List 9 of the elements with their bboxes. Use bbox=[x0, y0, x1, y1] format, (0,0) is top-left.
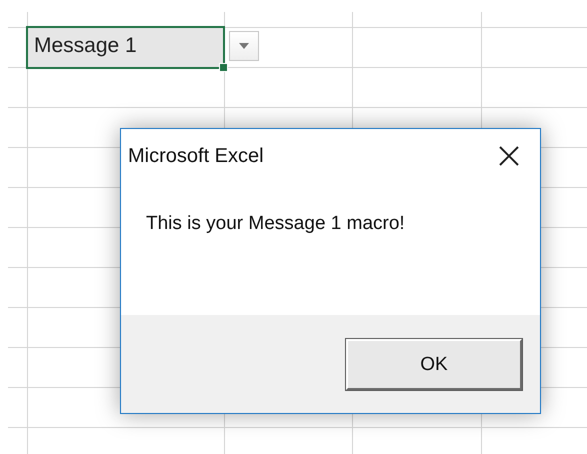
dialog-title: Microsoft Excel bbox=[128, 144, 264, 168]
caret-icon bbox=[239, 43, 249, 49]
close-icon[interactable] bbox=[498, 145, 520, 167]
dialog-message: This is your Message 1 macro! bbox=[146, 213, 405, 234]
active-cell[interactable]: Message 1 bbox=[26, 26, 225, 69]
ok-button[interactable]: OK bbox=[346, 339, 522, 390]
fill-handle[interactable] bbox=[219, 63, 228, 72]
dropdown-button[interactable] bbox=[229, 31, 259, 61]
cell-text: Message 1 bbox=[34, 34, 137, 57]
